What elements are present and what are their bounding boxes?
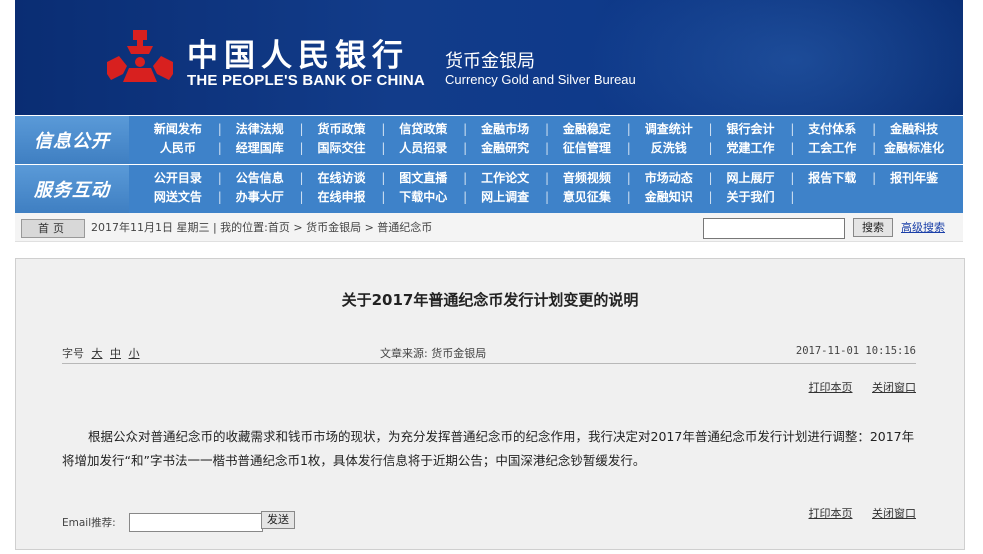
article-title: 关于2017年普通纪念币发行计划变更的说明 bbox=[341, 291, 639, 309]
nav1-item-3-1[interactable]: 人员招录 bbox=[382, 139, 467, 158]
breadcrumb: 2017年11月1日 星期三 | 我的位置:首页 > 货币金银局 > 普通纪念币 bbox=[91, 221, 433, 234]
nav2-item-6-1[interactable]: 金融知识 bbox=[628, 188, 713, 207]
nav2-item-8-1 bbox=[791, 188, 873, 207]
nav1-item-6-0[interactable]: 调查统计 bbox=[628, 120, 713, 139]
article-panel: 关于2017年普通纪念币发行计划变更的说明 字号 大 中 小 文章来源: 货币金… bbox=[15, 258, 965, 550]
banner-glow bbox=[583, 0, 963, 115]
nav2-item-5-1[interactable]: 意见征集 bbox=[546, 188, 631, 207]
bureau-name-cn: 货币金银局 bbox=[445, 51, 535, 72]
nav2-item-2-0[interactable]: 在线访谈 bbox=[301, 169, 385, 188]
nav2-item-9-0[interactable]: 报刊年鉴 bbox=[873, 169, 955, 188]
nav2-item-4-1[interactable]: 网上调查 bbox=[464, 188, 549, 207]
email-field[interactable] bbox=[129, 513, 263, 532]
nav1-item-2-0[interactable]: 货币政策 bbox=[301, 120, 385, 139]
search-button[interactable]: 搜索 bbox=[853, 218, 893, 237]
nav-service-interaction-label: 服务互动 bbox=[15, 165, 129, 213]
nav-info-disclosure: 信息公开 新闻发布法律法规货币政策信贷政策金融市场金融稳定调查统计银行会计支付体… bbox=[15, 116, 963, 164]
search-input[interactable] bbox=[703, 218, 845, 239]
print-page-link[interactable]: 打印本页 bbox=[809, 381, 853, 394]
nav1-item-2-1[interactable]: 国际交往 bbox=[301, 139, 385, 158]
nav2-item-0-0[interactable]: 公开目录 bbox=[137, 169, 222, 188]
send-button[interactable]: 发送 bbox=[261, 511, 295, 529]
nav1-item-6-1[interactable]: 反洗钱 bbox=[628, 139, 713, 158]
font-small-link[interactable]: 小 bbox=[129, 347, 140, 360]
nav1-item-3-0[interactable]: 信贷政策 bbox=[382, 120, 467, 139]
font-medium-link[interactable]: 中 bbox=[110, 347, 121, 360]
font-large-link[interactable]: 大 bbox=[92, 347, 103, 360]
nav1-item-4-0[interactable]: 金融市场 bbox=[464, 120, 549, 139]
bank-name-en: THE PEOPLE'S BANK OF CHINA bbox=[187, 72, 425, 89]
nav1-item-7-0[interactable]: 银行会计 bbox=[710, 120, 794, 139]
nav1-item-4-1[interactable]: 金融研究 bbox=[464, 139, 549, 158]
nav1-item-1-1[interactable]: 经理国库 bbox=[219, 139, 304, 158]
article-datetime: 2017-11-01 10:15:16 bbox=[795, 345, 916, 357]
article-actions-bottom: 打印本页 关闭窗口 bbox=[793, 505, 917, 521]
site-banner: 中国人民银行 THE PEOPLE'S BANK OF CHINA 货币金银局 … bbox=[15, 0, 963, 115]
nav2-item-1-1[interactable]: 办事大厅 bbox=[219, 188, 304, 207]
close-window-link-bottom[interactable]: 关闭窗口 bbox=[872, 507, 916, 520]
article-body: 根据公众对普通纪念币的收藏需求和钱币市场的现状，为充分发挥普通纪念币的纪念作用，… bbox=[62, 429, 915, 468]
bureau-name-en: Currency Gold and Silver Bureau bbox=[445, 72, 636, 87]
font-size-controls: 字号 大 中 小 bbox=[62, 345, 140, 361]
nav1-item-5-1[interactable]: 征信管理 bbox=[546, 139, 631, 158]
nav2-item-2-1[interactable]: 在线申报 bbox=[301, 188, 385, 207]
nav1-item-9-0[interactable]: 金融科技 bbox=[873, 120, 955, 139]
nav2-item-4-0[interactable]: 工作论文 bbox=[464, 169, 549, 188]
nav1-item-9-1[interactable]: 金融标准化 bbox=[873, 139, 955, 158]
email-recommend-label: Email推荐: bbox=[62, 517, 116, 529]
close-window-link[interactable]: 关闭窗口 bbox=[872, 381, 916, 394]
nav2-item-7-1[interactable]: 关于我们 bbox=[710, 188, 794, 207]
nav1-item-0-1[interactable]: 人民币 bbox=[137, 139, 222, 158]
nav2-item-1-0[interactable]: 公告信息 bbox=[219, 169, 304, 188]
nav1-item-1-0[interactable]: 法律法规 bbox=[219, 120, 304, 139]
pboc-logo-icon[interactable] bbox=[105, 28, 175, 92]
home-button[interactable]: 首页 bbox=[21, 219, 85, 238]
bank-name-cn: 中国人民银行 bbox=[187, 38, 409, 74]
nav-info-disclosure-links: 新闻发布法律法规货币政策信贷政策金融市场金融稳定调查统计银行会计支付体系金融科技… bbox=[137, 120, 955, 162]
nav-info-disclosure-label: 信息公开 bbox=[15, 116, 129, 164]
nav-service-interaction: 服务互动 公开目录公告信息在线访谈图文直播工作论文音频视频市场动态网上展厅报告下… bbox=[15, 165, 963, 213]
nav1-item-0-0[interactable]: 新闻发布 bbox=[137, 120, 222, 139]
nav2-item-6-0[interactable]: 市场动态 bbox=[628, 169, 713, 188]
nav2-item-3-0[interactable]: 图文直播 bbox=[382, 169, 467, 188]
nav-service-interaction-links: 公开目录公告信息在线访谈图文直播工作论文音频视频市场动态网上展厅报告下载报刊年鉴… bbox=[137, 169, 955, 211]
nav2-item-3-1[interactable]: 下载中心 bbox=[382, 188, 467, 207]
nav2-item-0-1[interactable]: 网送文告 bbox=[137, 188, 222, 207]
article-source: 文章来源: 货币金银局 bbox=[380, 347, 487, 360]
nav2-item-9-1 bbox=[873, 188, 955, 207]
nav1-item-8-0[interactable]: 支付体系 bbox=[791, 120, 876, 139]
article-actions-top: 打印本页 关闭窗口 bbox=[793, 379, 917, 395]
nav2-item-8-0[interactable]: 报告下载 bbox=[791, 169, 876, 188]
nav1-item-7-1[interactable]: 党建工作 bbox=[710, 139, 794, 158]
meta-divider bbox=[62, 363, 916, 364]
nav1-item-8-1[interactable]: 工会工作 bbox=[791, 139, 876, 158]
location-bar: 首页 2017年11月1日 星期三 | 我的位置:首页 > 货币金银局 > 普通… bbox=[15, 213, 963, 242]
nav1-item-5-0[interactable]: 金融稳定 bbox=[546, 120, 631, 139]
nav2-item-7-0[interactable]: 网上展厅 bbox=[710, 169, 794, 188]
font-size-label: 字号 bbox=[62, 347, 84, 360]
print-page-link-bottom[interactable]: 打印本页 bbox=[809, 507, 853, 520]
advanced-search-link[interactable]: 高级搜索 bbox=[901, 219, 945, 236]
nav2-item-5-0[interactable]: 音频视频 bbox=[546, 169, 631, 188]
